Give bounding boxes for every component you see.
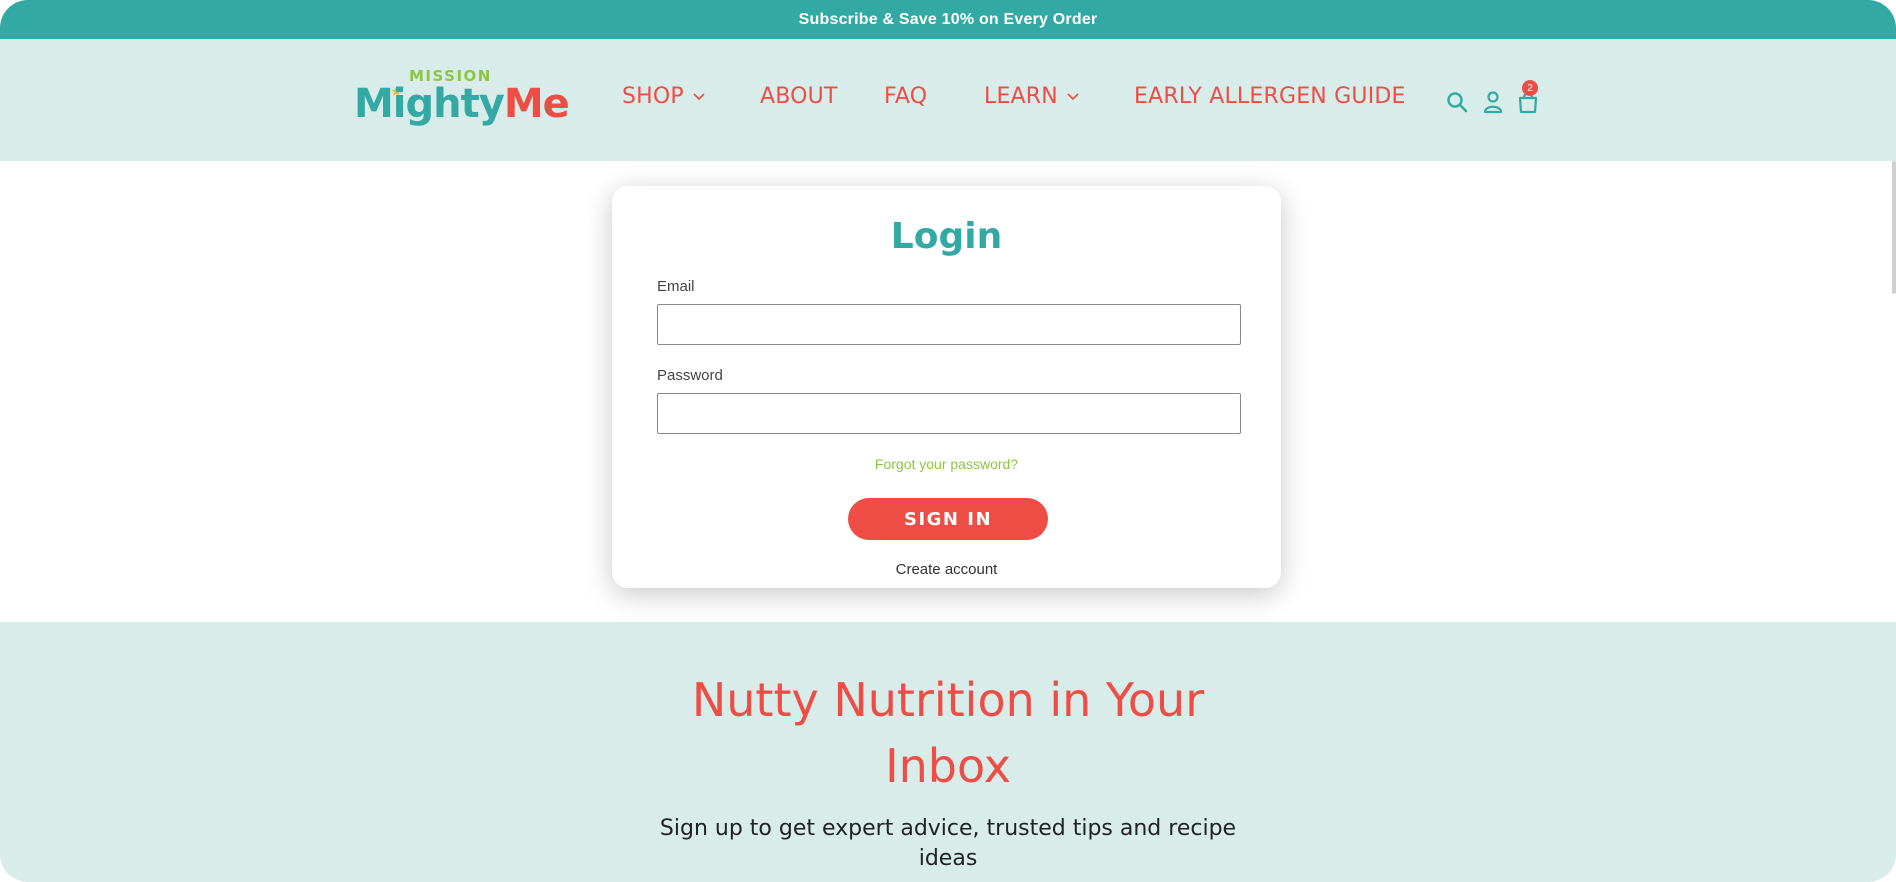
nav-item-about[interactable]: ABOUT <box>760 79 838 113</box>
announcement-bar[interactable]: Subscribe & Save 10% on Every Order <box>0 0 1896 39</box>
nav-label: FAQ <box>884 83 928 109</box>
login-card: Login Email Password Forgot your passwor… <box>612 186 1281 588</box>
nav-item-learn[interactable]: LEARN <box>984 79 1080 113</box>
nav-item-faq[interactable]: FAQ <box>884 79 927 113</box>
email-field[interactable] <box>657 304 1241 345</box>
cart-count-badge: 2 <box>1522 80 1538 96</box>
logo-word-b: Me <box>503 81 570 127</box>
create-account-link[interactable]: Create account <box>612 561 1281 578</box>
nav-label: ABOUT <box>760 83 838 109</box>
logo-wordmark: MightyMe <box>354 81 570 127</box>
login-title: Login <box>890 216 1003 257</box>
newsletter-subtitle: Sign up to get expert advice, trusted ti… <box>659 816 1237 871</box>
site-header: MISSION ★ MightyMe SHOP ABOUT FAQ LEARN … <box>0 39 1896 161</box>
newsletter-section: Nutty Nutrition in Your Inbox Sign up to… <box>0 622 1896 882</box>
chevron-down-icon <box>693 93 705 101</box>
nav-label: EARLY ALLERGEN GUIDE <box>1134 83 1406 109</box>
account-icon[interactable] <box>1480 89 1506 115</box>
page: Subscribe & Save 10% on Every Order MISS… <box>0 0 1896 882</box>
nav-label: SHOP <box>622 83 684 109</box>
newsletter-title: Nutty Nutrition in Your Inbox <box>691 673 1205 793</box>
email-label: Email <box>657 278 695 295</box>
nav-item-early-allergen-guide[interactable]: EARLY ALLERGEN GUIDE <box>1134 79 1406 113</box>
scrollbar[interactable] <box>1892 161 1896 294</box>
announcement-text[interactable]: Subscribe & Save 10% on Every Order <box>799 11 1098 29</box>
search-icon[interactable] <box>1444 89 1470 115</box>
forgot-password-link[interactable]: Forgot your password? <box>612 456 1281 472</box>
password-label: Password <box>657 367 723 384</box>
sign-in-button[interactable]: SIGN IN <box>848 498 1048 540</box>
chevron-down-icon <box>1067 93 1079 101</box>
password-field[interactable] <box>657 393 1241 434</box>
logo[interactable]: MISSION ★ MightyMe <box>354 67 570 131</box>
logo-word-a: Mighty <box>354 81 505 127</box>
nav-item-shop[interactable]: SHOP <box>622 79 706 113</box>
nav-label: LEARN <box>984 83 1058 109</box>
